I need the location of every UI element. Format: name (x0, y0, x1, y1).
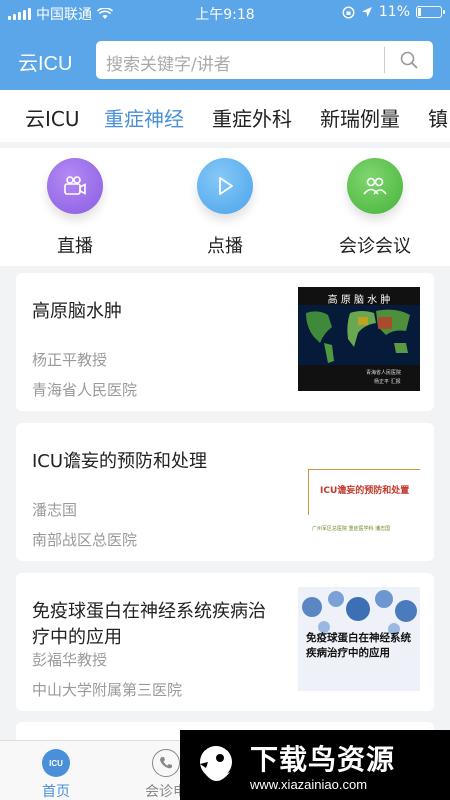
consultation-label: 会诊会议 (339, 236, 411, 257)
nav-home-label: 首页 (42, 784, 70, 800)
watermark-banner: 下载鸟资源 www.xiazainiao.com (180, 730, 450, 800)
lecture-thumbnail: ICU谵妄的预防和处置 广州军区总医院 重症医学科 潘志国 (298, 437, 420, 541)
people-icon (347, 158, 403, 214)
tab-critical-neuro[interactable]: 重症神经 (104, 103, 184, 132)
tab-new-cases[interactable]: 新瑞例量 (320, 103, 400, 132)
thumbnail-caption: 广州军区总医院 重症医学科 潘志国 (312, 526, 391, 532)
lecture-hospital: 南部战区总医院 (32, 531, 138, 549)
world-map-image (298, 305, 420, 365)
app-header: 中国联通 上午9:18 11% 云ICU 搜索关键字/讲者 (0, 0, 450, 90)
search-box[interactable]: 搜索关键字/讲者 (96, 41, 433, 79)
phone-icon (152, 749, 180, 777)
category-tabs: 云ICU 重症神经 重症外科 新瑞例量 镇 (0, 90, 450, 142)
lecture-title: ICU谵妄的预防和处理 (32, 451, 208, 472)
lecture-thumbnail: 高 原 脑 水 肿 青海省人民医院 杨正平 汇报 (298, 287, 420, 391)
search-icon[interactable] (399, 50, 419, 70)
thumbnail-title: ICU谵妄的预防和处置 (320, 486, 410, 496)
search-divider (384, 47, 385, 73)
consultation-button[interactable]: 会诊会议 (320, 158, 430, 258)
watermark-title: 下载鸟资源 (250, 743, 396, 776)
on-demand-label: 点播 (207, 236, 243, 257)
bird-logo-icon (200, 746, 232, 781)
status-bar: 中国联通 上午9:18 11% (0, 0, 450, 26)
tab-yun-icu[interactable]: 云ICU (25, 103, 80, 132)
live-label: 直播 (57, 236, 93, 257)
lecture-speaker: 杨正平教授 (32, 351, 108, 369)
search-input[interactable]: 搜索关键字/讲者 (106, 50, 231, 75)
nav-home[interactable]: ICU 首页 (16, 749, 96, 800)
quick-actions: 直播 点播 会诊会议 (0, 148, 450, 266)
lecture-hospital: 中山大学附属第三医院 (32, 681, 183, 699)
lecture-speaker: 彭福华教授 (32, 651, 108, 669)
lecture-thumbnail: 免疫球蛋白在神经系统疾病治疗中的应用 (298, 587, 420, 691)
icu-home-icon: ICU (42, 749, 70, 777)
thumbnail-title: 免疫球蛋白在神经系统疾病治疗中的应用 (306, 632, 411, 659)
thumbnail-caption: 杨正平 汇报 (374, 379, 401, 385)
watermark-url: www.xiazainiao.com (250, 777, 368, 792)
play-icon (197, 158, 253, 214)
thumbnail-caption: 青海省人民医院 (366, 370, 402, 376)
lecture-card[interactable]: 高原脑水肿 杨正平教授 青海省人民医院 高 原 脑 水 肿 青海省人民医院 杨正… (16, 273, 434, 411)
lecture-title: 高原脑水肿 (32, 301, 122, 322)
battery-percent: 11% (378, 4, 410, 20)
orientation-lock-icon (342, 5, 355, 19)
video-camera-icon (47, 158, 103, 214)
lecture-speaker: 潘志国 (32, 501, 78, 519)
app-title: 云ICU (18, 53, 73, 75)
tab-critical-surgery[interactable]: 重症外科 (212, 103, 292, 132)
on-demand-button[interactable]: 点播 (170, 158, 280, 258)
lecture-card[interactable]: ICU谵妄的预防和处理 潘志国 南部战区总医院 ICU谵妄的预防和处置 广州军区… (16, 423, 434, 561)
live-button[interactable]: 直播 (20, 158, 130, 258)
lecture-hospital: 青海省人民医院 (32, 381, 138, 399)
battery-icon (416, 6, 445, 18)
lecture-title: 免疫球蛋白在神经系统疾病治疗中的应用 (32, 601, 266, 648)
location-icon (361, 7, 372, 17)
lecture-card[interactable]: 免疫球蛋白在神经系统疾病治疗中的应用 彭福华教授 中山大学附属第三医院 免疫球蛋… (16, 573, 434, 711)
tab-more[interactable]: 镇 (428, 103, 448, 132)
